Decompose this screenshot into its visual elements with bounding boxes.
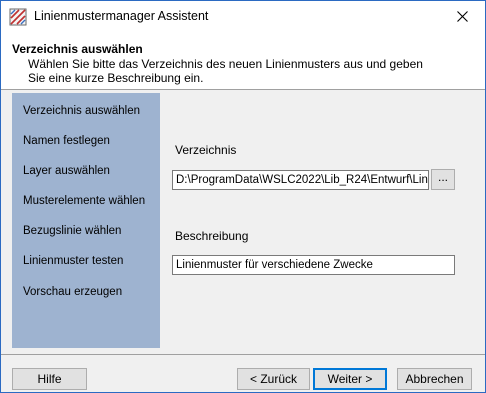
description-field[interactable]: Linienmuster für verschiedene Zwecke — [172, 255, 455, 275]
next-button[interactable]: Weiter > — [313, 368, 387, 390]
page-description: Wählen Sie bitte das Verzeichnis des neu… — [28, 57, 423, 85]
title-bar[interactable]: Linienmustermanager Assistent — [1, 1, 485, 32]
wizard-steps-panel: Verzeichnis auswählen Namen festlegen La… — [12, 93, 160, 348]
close-icon — [456, 11, 468, 22]
step-musterelemente-waehlen: Musterelemente wählen — [23, 195, 146, 207]
footer-divider — [1, 354, 485, 355]
step-namen-festlegen: Namen festlegen — [23, 135, 110, 147]
wizard-header: Verzeichnis auswählen Wählen Sie bitte d… — [1, 32, 485, 90]
wizard-window: Linienmustermanager Assistent Verzeichni… — [0, 0, 486, 393]
help-button[interactable]: Hilfe — [12, 368, 87, 390]
step-vorschau-erzeugen: Vorschau erzeugen — [23, 286, 123, 298]
close-button[interactable] — [439, 1, 485, 32]
directory-field[interactable]: D:\ProgramData\WSLC2022\Lib_R24\Entwurf\… — [172, 170, 429, 190]
step-linienmuster-testen: Linienmuster testen — [23, 255, 124, 267]
description-label: Beschreibung — [175, 229, 249, 243]
page-title: Verzeichnis auswählen — [12, 42, 143, 56]
step-verzeichnis-auswaehlen: Verzeichnis auswählen — [23, 105, 140, 117]
back-button[interactable]: < Zurück — [237, 368, 310, 390]
directory-label: Verzeichnis — [175, 143, 237, 157]
browse-button[interactable]: ... — [431, 169, 455, 190]
hatch-pattern-icon — [9, 8, 27, 26]
cancel-button[interactable]: Abbrechen — [397, 368, 472, 390]
window-title: Linienmustermanager Assistent — [34, 9, 209, 23]
step-layer-auswaehlen: Layer auswählen — [23, 165, 110, 177]
step-bezugslinie-waehlen: Bezugslinie wählen — [23, 225, 122, 237]
